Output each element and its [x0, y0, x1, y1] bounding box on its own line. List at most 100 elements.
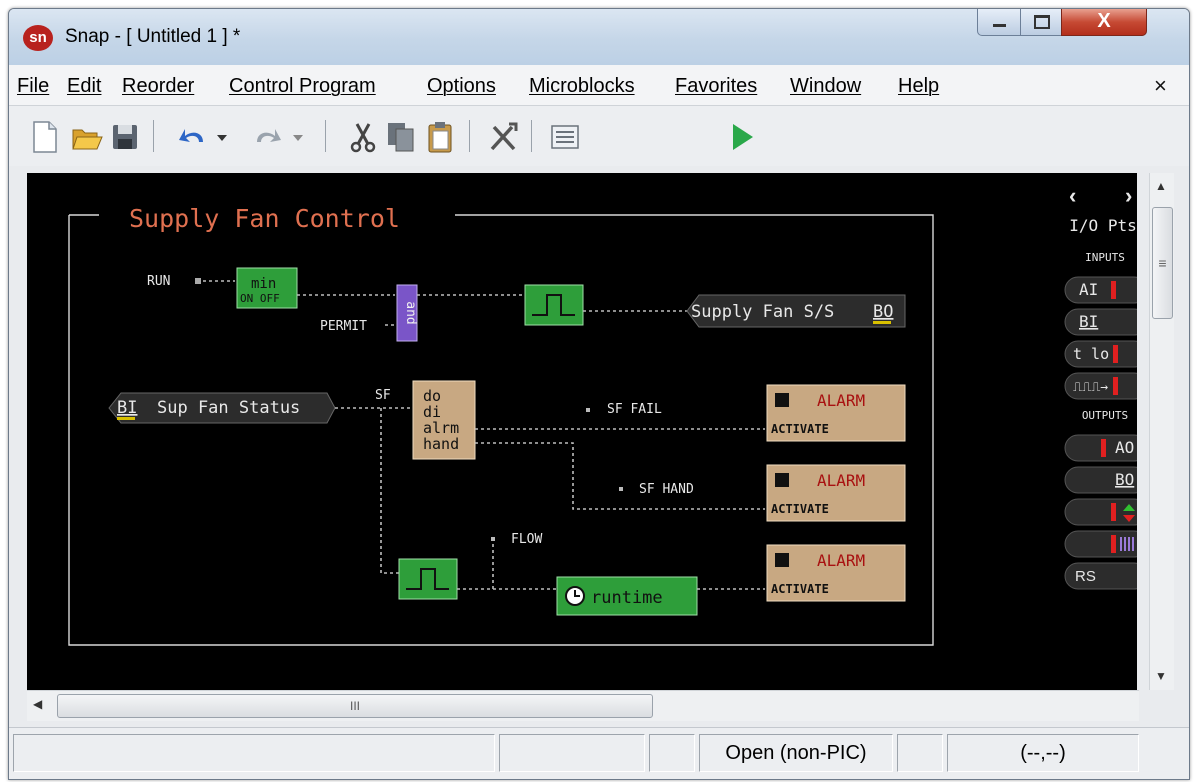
io-input-tlo-label: t lo: [1073, 345, 1109, 363]
io-input-bi-label: BI: [1079, 312, 1098, 331]
alarm-3-activate: ACTIVATE: [771, 582, 829, 596]
maximize-button[interactable]: [1020, 9, 1062, 36]
status-bar: Open (non-PIC) (--,--): [9, 727, 1189, 779]
close-button[interactable]: X: [1061, 9, 1147, 36]
mdi-close-button[interactable]: ×: [1154, 73, 1167, 99]
fan-status-block[interactable]: do di alrm hand: [412, 380, 476, 460]
menu-reorder[interactable]: Reorder: [122, 75, 194, 98]
alarm-3-label: ALARM: [817, 551, 865, 570]
toolbar: [9, 106, 1189, 166]
redo-icon[interactable]: [253, 120, 313, 154]
menu-help[interactable]: Help: [898, 75, 939, 98]
min-block-top: min: [251, 276, 276, 292]
horizontal-scrollbar[interactable]: ◀ III: [27, 690, 1139, 721]
scroll-left-arrow-icon[interactable]: ◀: [33, 697, 42, 711]
io-output-ao-label: AO: [1115, 438, 1134, 457]
group-title: Supply Fan Control: [129, 204, 400, 233]
hysteresis-block-top[interactable]: [524, 284, 584, 326]
run-label: RUN: [147, 274, 170, 289]
runtime-label: runtime: [591, 588, 663, 608]
run-icon[interactable]: [727, 120, 759, 154]
min-block[interactable]: min ON OFF: [236, 267, 298, 309]
bi-input-sup-fan-status[interactable]: BI Sup Fan Status: [108, 392, 336, 424]
tools-icon[interactable]: [487, 120, 519, 154]
title-bar[interactable]: sn Snap - [ Untitled 1 ] * X: [9, 9, 1189, 65]
diagram-canvas[interactable]: .mono { font-family:"DejaVu Sans Mono", …: [27, 173, 1137, 690]
io-output-bo[interactable]: BO: [1064, 466, 1137, 494]
minimize-icon: [993, 24, 1006, 27]
minimize-button[interactable]: [977, 9, 1021, 36]
cut-icon[interactable]: [347, 120, 379, 154]
save-icon[interactable]: [109, 120, 141, 154]
io-input-tlo[interactable]: t lo: [1064, 340, 1137, 368]
toolbar-separator: [153, 120, 154, 152]
horizontal-scroll-thumb[interactable]: III: [57, 694, 653, 718]
status-mode: Open (non-PIC): [699, 734, 893, 772]
io-input-ai-label: AI: [1079, 280, 1098, 299]
io-output-bo-label: BO: [1115, 470, 1134, 489]
maximize-icon: [1034, 15, 1050, 29]
and-block[interactable]: and: [396, 284, 418, 342]
sf-hand-label: SF HAND: [639, 482, 694, 497]
menu-microblocks[interactable]: Microblocks: [529, 75, 635, 98]
permit-label: PERMIT: [320, 319, 367, 334]
io-output-arrows[interactable]: [1064, 498, 1137, 526]
scroll-down-arrow-icon[interactable]: ▼: [1155, 669, 1167, 683]
copy-icon[interactable]: [385, 120, 417, 154]
status-panel: [897, 734, 943, 772]
status-panel: [499, 734, 645, 772]
io-next-button[interactable]: ›: [1125, 183, 1132, 208]
undo-icon[interactable]: [177, 120, 237, 154]
vertical-scroll-thumb[interactable]: ≡: [1152, 207, 1173, 319]
io-output-rs-label: RS: [1075, 568, 1096, 585]
toolbar-separator: [325, 120, 326, 152]
app-logo-icon: sn: [23, 25, 53, 51]
hysteresis-block-bottom[interactable]: [398, 558, 458, 600]
new-file-icon[interactable]: [29, 120, 61, 154]
alarm-1-activate: ACTIVATE: [771, 422, 829, 436]
alarm-block-1[interactable]: ALARM ACTIVATE: [766, 384, 906, 442]
io-points-panel: ‹ › I/O Pts INPUTS AI BI t lo ⎍⎍⎍→ OUTPU…: [1064, 183, 1137, 590]
sf-label: SF: [375, 388, 391, 403]
menu-file[interactable]: File: [17, 75, 49, 98]
supply-fan-output[interactable]: Supply Fan S/S BO: [686, 294, 906, 328]
menu-window[interactable]: Window: [790, 75, 861, 98]
io-prev-button[interactable]: ‹: [1069, 183, 1076, 208]
menu-control-program[interactable]: Control Program: [229, 75, 376, 98]
min-block-bottom: ON OFF: [240, 292, 280, 305]
status-coords: (--,--): [947, 734, 1139, 772]
io-output-rs[interactable]: RS: [1064, 562, 1137, 590]
app-window: sn Snap - [ Untitled 1 ] * X File Edit R…: [8, 8, 1190, 780]
flow-label: FLOW: [511, 532, 542, 547]
io-output-bar[interactable]: [1064, 530, 1137, 558]
io-input-pulse-label: ⎍⎍⎍→: [1073, 380, 1108, 395]
io-input-bi[interactable]: BI: [1064, 308, 1137, 336]
diagram-svg[interactable]: .mono { font-family:"DejaVu Sans Mono", …: [27, 173, 1137, 690]
bi-input-type: BI: [117, 398, 137, 418]
alarm-1-label: ALARM: [817, 391, 865, 410]
toolbar-separator: [531, 120, 532, 152]
wire: [475, 442, 765, 510]
run-point: [195, 278, 201, 284]
alarm-2-label: ALARM: [817, 471, 865, 490]
menu-edit[interactable]: Edit: [67, 75, 101, 98]
scroll-up-arrow-icon[interactable]: ▲: [1155, 179, 1167, 193]
menu-options[interactable]: Options: [427, 75, 496, 98]
runtime-block[interactable]: runtime: [556, 576, 698, 616]
io-input-pulse[interactable]: ⎍⎍⎍→: [1064, 372, 1137, 400]
window-title: Snap - [ Untitled 1 ] *: [65, 26, 241, 47]
list-icon[interactable]: [549, 120, 581, 154]
alarm-block-2[interactable]: ALARM ACTIVATE: [766, 464, 906, 522]
close-icon: X: [1097, 10, 1111, 32]
vertical-scrollbar[interactable]: ▲ ≡ ▼: [1149, 173, 1174, 690]
open-folder-icon[interactable]: [71, 120, 103, 154]
io-input-ai[interactable]: AI: [1064, 276, 1137, 304]
menu-favorites[interactable]: Favorites: [675, 75, 757, 98]
alarm-2-activate: ACTIVATE: [771, 502, 829, 516]
menu-bar: File Edit Reorder Control Program Option…: [9, 65, 1189, 106]
paste-icon[interactable]: [425, 120, 457, 154]
sf-fail-label: SF FAIL: [607, 402, 662, 417]
io-outputs-header: OUTPUTS: [1082, 409, 1128, 422]
io-output-ao[interactable]: AO: [1064, 434, 1137, 462]
alarm-block-3[interactable]: ALARM ACTIVATE: [766, 544, 906, 602]
